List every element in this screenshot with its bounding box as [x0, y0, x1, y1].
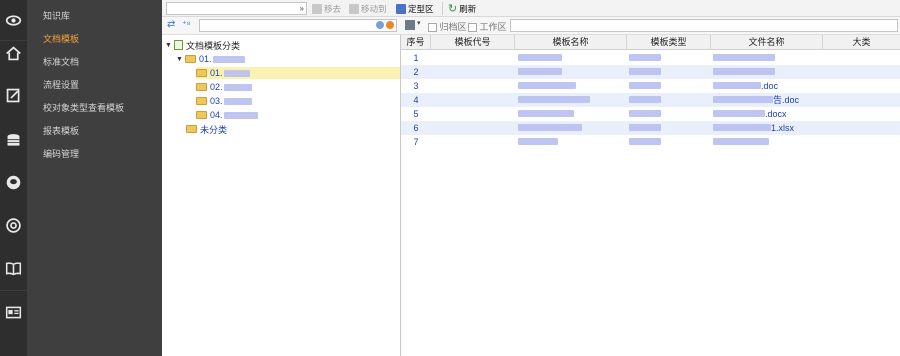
top-toolbar: » 移去 移动到 定型区 ↻ 刷新	[162, 0, 900, 17]
move-to-icon	[349, 3, 359, 14]
sync-icon[interactable]: ⇄	[167, 19, 175, 30]
tree-node[interactable]: 04.	[196, 109, 258, 121]
tree-root[interactable]: ▼ 文档模板分类	[165, 39, 240, 51]
book-icon[interactable]	[0, 248, 27, 288]
id-card-icon[interactable]	[0, 292, 27, 332]
template-category-tree: ⇄ ⁺⁸ ▼ 文档模板分类 ▼ 01. 01. 02. 03. 04. 未分类	[162, 17, 401, 356]
edit-icon[interactable]	[0, 75, 27, 115]
chat-icon[interactable]	[0, 162, 27, 202]
work-zone-checkbox[interactable]: 工作区	[468, 20, 507, 33]
table-row[interactable]: 6 1.xlsx	[401, 121, 900, 135]
menu-item-document-templates[interactable]: 文档模板	[43, 32, 79, 45]
menu-item-process-settings[interactable]: 流程设置	[43, 78, 79, 91]
filter-combo[interactable]: »	[166, 2, 307, 15]
refresh-icon: ↻	[448, 3, 458, 15]
dropdown-icon[interactable]: ▾	[417, 19, 421, 27]
tree-group[interactable]: ▼ 01.	[176, 53, 245, 65]
move-out-icon	[312, 3, 322, 14]
table-row[interactable]: 1	[401, 51, 900, 65]
column-header[interactable]: 模板代号	[431, 35, 515, 50]
column-header[interactable]: 大类	[823, 35, 900, 50]
folder-icon	[196, 83, 207, 91]
tree-search-input[interactable]	[199, 19, 397, 32]
refresh-button[interactable]: ↻ 刷新	[448, 2, 476, 15]
folder-icon	[185, 55, 196, 63]
grid-header: 序号 模板代号 模板名称 模板类型 文件名称 大类	[401, 35, 900, 50]
menu-item-report-templates[interactable]: 报表模板	[43, 124, 79, 137]
tree-node-uncategorized[interactable]: 未分类	[186, 123, 227, 135]
table-row[interactable]: 2	[401, 65, 900, 79]
expand-icon[interactable]: ⁺⁸	[182, 19, 191, 30]
target-icon[interactable]	[0, 205, 27, 245]
folder-icon	[196, 69, 207, 77]
tree-node[interactable]: 02.	[196, 81, 252, 93]
menu-item-standard-documents[interactable]: 标准文档	[43, 55, 79, 68]
database-icon[interactable]	[0, 120, 27, 160]
icon-rail	[0, 0, 27, 356]
folder-icon	[196, 97, 207, 105]
menu-item-code-management[interactable]: 编码管理	[43, 147, 79, 160]
table-row[interactable]: 3 .doc	[401, 79, 900, 93]
folder-icon	[186, 125, 197, 133]
home-icon[interactable]	[0, 33, 27, 73]
archive-icon	[396, 3, 406, 14]
search-icon[interactable]	[376, 21, 384, 29]
nav-menu: 知识库 文档模板 标准文档 流程设置 校对象类型查看模板 报表模板 编码管理	[27, 0, 162, 356]
column-header[interactable]: 文件名称	[711, 35, 823, 50]
columns-icon[interactable]	[405, 20, 415, 30]
collapse-icon[interactable]: ▼	[176, 56, 185, 63]
archive-zone-button[interactable]: 定型区	[396, 2, 434, 15]
collapse-icon[interactable]: ▼	[165, 42, 174, 49]
archive-zone-checkbox[interactable]: 归档区	[428, 20, 467, 33]
grid-search-input[interactable]	[510, 19, 898, 32]
move-out-button[interactable]: 移去	[312, 2, 341, 15]
tree-node[interactable]: 03.	[196, 95, 252, 107]
grid-toolbar: ▾ 归档区 工作区	[401, 17, 900, 35]
column-header[interactable]: 模板名称	[515, 35, 627, 50]
tree-node-selected[interactable]: 01.	[196, 67, 400, 79]
menu-item-knowledge-base[interactable]: 知识库	[43, 9, 70, 22]
menu-item-object-type-templates[interactable]: 校对象类型查看模板	[43, 101, 124, 114]
folder-icon	[196, 111, 207, 119]
column-header[interactable]: 序号	[401, 35, 431, 50]
clear-icon[interactable]	[386, 21, 394, 29]
table-row[interactable]: 4 告.doc	[401, 93, 900, 107]
document-tree-icon	[174, 40, 183, 50]
table-row[interactable]: 5 .docx	[401, 107, 900, 121]
double-chevron-icon: »	[299, 4, 304, 13]
move-to-button[interactable]: 移动到	[349, 2, 387, 15]
table-row[interactable]: 7	[401, 135, 900, 149]
tree-toolbar: ⇄ ⁺⁸	[162, 17, 401, 35]
column-header[interactable]: 模板类型	[627, 35, 711, 50]
template-grid: 序号 模板代号 模板名称 模板类型 文件名称 大类 1 2 3 .doc 4 告…	[401, 35, 900, 356]
